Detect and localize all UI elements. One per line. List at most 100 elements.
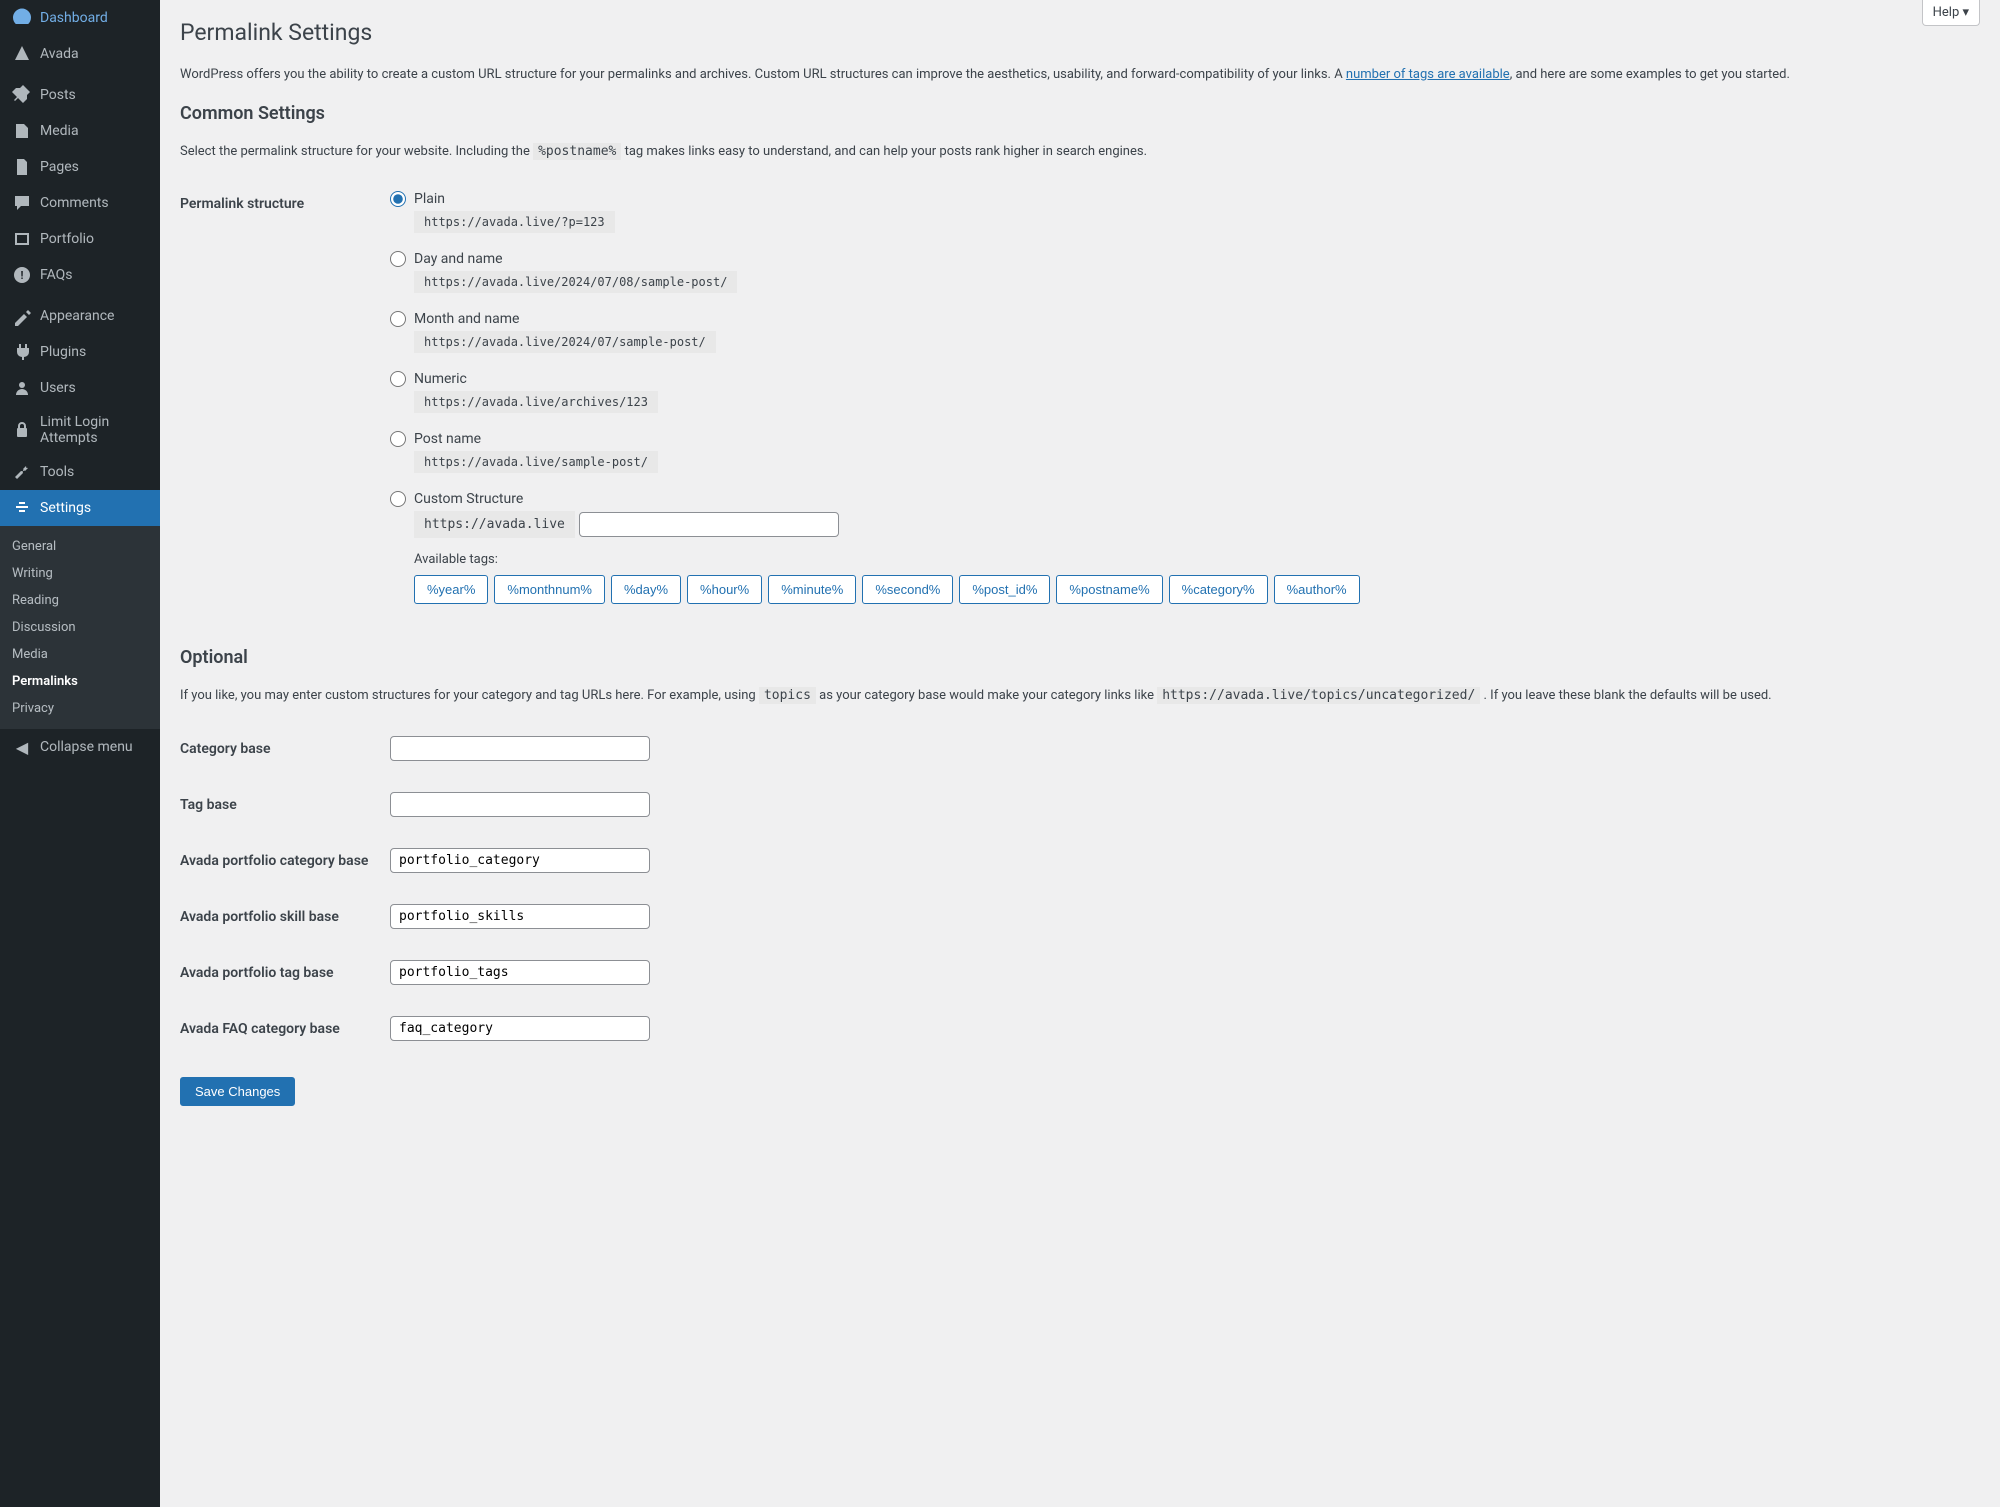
admin-sidebar: Dashboard Avada Posts Media Pages Comments Por… bbox=[0, 0, 160, 1507]
nav-label: Settings bbox=[40, 500, 91, 516]
collapse-icon: ◀ bbox=[12, 737, 32, 757]
nav-label: Appearance bbox=[40, 308, 114, 324]
users-icon bbox=[12, 378, 32, 398]
save-button[interactable]: Save Changes bbox=[180, 1077, 295, 1106]
tags-label: Available tags: bbox=[414, 552, 1970, 567]
nav-sub-media[interactable]: Media bbox=[0, 641, 160, 668]
nav-item-media[interactable]: Media bbox=[0, 113, 160, 149]
radio-input[interactable] bbox=[390, 491, 406, 507]
example-url: https://avada.live/2024/07/08/sample-pos… bbox=[414, 271, 737, 293]
nav-item-tools[interactable]: Tools bbox=[0, 454, 160, 490]
example-url: https://avada.live/2024/07/sample-post/ bbox=[414, 331, 716, 353]
radio-plain[interactable]: Plain bbox=[390, 191, 1970, 207]
nav-label: Plugins bbox=[40, 344, 86, 360]
nav-item-posts[interactable]: Posts bbox=[0, 77, 160, 113]
nav-label: Dashboard bbox=[40, 10, 108, 26]
category-base-input[interactable] bbox=[390, 736, 650, 761]
field-label: Category base bbox=[180, 721, 380, 777]
optional-heading: Optional bbox=[180, 647, 1980, 668]
radio-day-and-name[interactable]: Day and name bbox=[390, 251, 1970, 267]
nav-item-dashboard[interactable]: Dashboard bbox=[0, 0, 160, 36]
page-title: Permalink Settings bbox=[180, 10, 1980, 50]
svg-text:!: ! bbox=[21, 269, 24, 282]
tag-monthnum[interactable]: %monthnum% bbox=[494, 575, 605, 604]
settings-icon bbox=[12, 498, 32, 518]
nav-label: Pages bbox=[40, 159, 79, 175]
appearance-icon bbox=[12, 306, 32, 326]
avada-faq-category-base-input[interactable] bbox=[390, 1016, 650, 1041]
nav-item-appearance[interactable]: Appearance bbox=[0, 298, 160, 334]
nav-label: Limit Login Attempts bbox=[40, 414, 148, 446]
tag-post_id[interactable]: %post_id% bbox=[959, 575, 1050, 604]
collapse-label: Collapse menu bbox=[40, 739, 133, 755]
radio-input[interactable] bbox=[390, 371, 406, 387]
nav-label: Avada bbox=[40, 46, 79, 62]
tools-icon bbox=[12, 462, 32, 482]
tag-year[interactable]: %year% bbox=[414, 575, 488, 604]
tag-hour[interactable]: %hour% bbox=[687, 575, 762, 604]
nav-item-settings[interactable]: Settings bbox=[0, 490, 160, 526]
radio-month-and-name[interactable]: Month and name bbox=[390, 311, 1970, 327]
field-label: Avada portfolio tag base bbox=[180, 945, 380, 1001]
nav-item-users[interactable]: Users bbox=[0, 370, 160, 406]
radio-input[interactable] bbox=[390, 431, 406, 447]
radio-input[interactable] bbox=[390, 191, 406, 207]
radio-custom-structure[interactable]: Custom Structure bbox=[390, 491, 1970, 507]
pages-icon bbox=[12, 157, 32, 177]
comment-icon bbox=[12, 193, 32, 213]
faq-icon: ! bbox=[12, 265, 32, 285]
tag-second[interactable]: %second% bbox=[862, 575, 953, 604]
radio-input[interactable] bbox=[390, 251, 406, 267]
field-label: Avada FAQ category base bbox=[180, 1001, 380, 1057]
nav-label: Portfolio bbox=[40, 231, 94, 247]
tag-minute[interactable]: %minute% bbox=[768, 575, 856, 604]
avada-portfolio-category-base-input[interactable] bbox=[390, 848, 650, 873]
common-settings-heading: Common Settings bbox=[180, 103, 1980, 124]
field-label: Avada portfolio skill base bbox=[180, 889, 380, 945]
tag-base-input[interactable] bbox=[390, 792, 650, 817]
nav-label: FAQs bbox=[40, 267, 73, 283]
nav-item-pages[interactable]: Pages bbox=[0, 149, 160, 185]
nav-label: Posts bbox=[40, 87, 76, 103]
nav-label: Media bbox=[40, 123, 79, 139]
pushpin-icon bbox=[12, 85, 32, 105]
tag-day[interactable]: %day% bbox=[611, 575, 681, 604]
nav-sub-reading[interactable]: Reading bbox=[0, 587, 160, 614]
nav-label: Users bbox=[40, 380, 76, 396]
radio-numeric[interactable]: Numeric bbox=[390, 371, 1970, 387]
media-icon bbox=[12, 121, 32, 141]
radio-input[interactable] bbox=[390, 311, 406, 327]
nav-item-limit-login-attempts[interactable]: Limit Login Attempts bbox=[0, 406, 160, 454]
radio-post-name[interactable]: Post name bbox=[390, 431, 1970, 447]
nav-label: Comments bbox=[40, 195, 109, 211]
example-url: https://avada.live/?p=123 bbox=[414, 211, 615, 233]
field-label: Avada portfolio category base bbox=[180, 833, 380, 889]
example-url: https://avada.live/archives/123 bbox=[414, 391, 658, 413]
nav-sub-general[interactable]: General bbox=[0, 533, 160, 560]
nav-item-portfolio[interactable]: Portfolio bbox=[0, 221, 160, 257]
nav-sub-privacy[interactable]: Privacy bbox=[0, 695, 160, 722]
avada-portfolio-tag-base-input[interactable] bbox=[390, 960, 650, 985]
nav-item-avada[interactable]: Avada bbox=[0, 36, 160, 72]
field-label: Tag base bbox=[180, 777, 380, 833]
optional-desc: If you like, you may enter custom struct… bbox=[180, 686, 1980, 706]
nav-sub-permalinks[interactable]: Permalinks bbox=[0, 668, 160, 695]
structure-label: Permalink structure bbox=[180, 176, 380, 629]
tags-available-link[interactable]: number of tags are available bbox=[1346, 67, 1510, 82]
tag-author[interactable]: %author% bbox=[1274, 575, 1360, 604]
nav-label: Tools bbox=[40, 464, 74, 480]
intro-text: WordPress offers you the ability to crea… bbox=[180, 65, 1980, 85]
collapse-menu[interactable]: ◀ Collapse menu bbox=[0, 729, 160, 765]
limit-icon bbox=[12, 420, 32, 440]
example-url: https://avada.live/sample-post/ bbox=[414, 451, 658, 473]
nav-item-faqs[interactable]: ! FAQs bbox=[0, 257, 160, 293]
nav-item-comments[interactable]: Comments bbox=[0, 185, 160, 221]
nav-sub-discussion[interactable]: Discussion bbox=[0, 614, 160, 641]
nav-sub-writing[interactable]: Writing bbox=[0, 560, 160, 587]
avada-portfolio-skill-base-input[interactable] bbox=[390, 904, 650, 929]
tag-category[interactable]: %category% bbox=[1169, 575, 1268, 604]
tag-postname[interactable]: %postname% bbox=[1056, 575, 1162, 604]
help-tab[interactable]: Help ▾ bbox=[1922, 0, 1980, 26]
nav-item-plugins[interactable]: Plugins bbox=[0, 334, 160, 370]
custom-structure-input[interactable] bbox=[579, 512, 839, 537]
